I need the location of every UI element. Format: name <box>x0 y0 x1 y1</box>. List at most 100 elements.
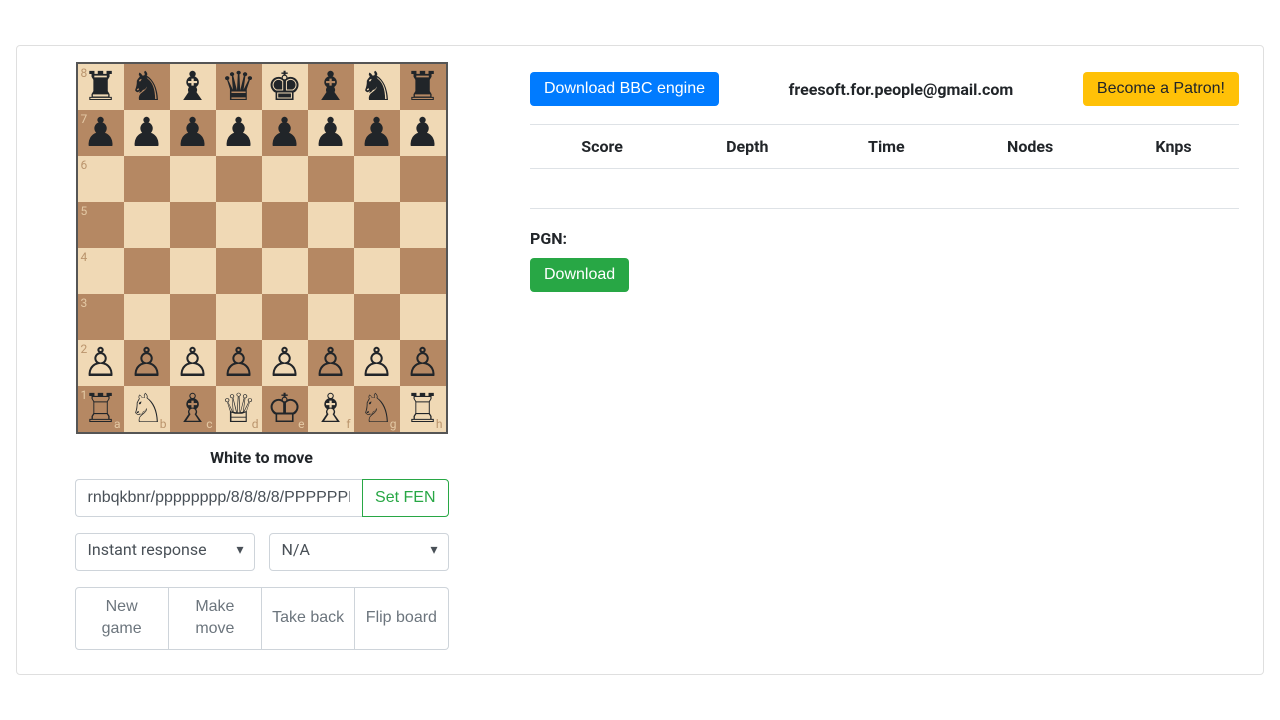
square-h6[interactable] <box>400 156 446 202</box>
square-g6[interactable] <box>354 156 400 202</box>
piece-P[interactable]: ♙ <box>359 343 395 383</box>
become-patron-button[interactable]: Become a Patron! <box>1083 72 1239 106</box>
piece-p[interactable]: ♟ <box>175 113 211 153</box>
piece-n[interactable]: ♞ <box>359 67 395 107</box>
square-e2[interactable]: ♙ <box>262 340 308 386</box>
piece-B[interactable]: ♗ <box>313 389 349 429</box>
piece-K[interactable]: ♔ <box>267 389 303 429</box>
piece-p[interactable]: ♟ <box>405 113 441 153</box>
piece-b[interactable]: ♝ <box>313 67 349 107</box>
download-engine-button[interactable]: Download BBC engine <box>530 72 719 106</box>
square-a1[interactable]: ♖1a <box>78 386 124 432</box>
take-back-button[interactable]: Take back <box>262 587 355 650</box>
piece-p[interactable]: ♟ <box>221 113 257 153</box>
new-game-button[interactable]: New game <box>75 587 169 650</box>
square-c2[interactable]: ♙ <box>170 340 216 386</box>
square-b1[interactable]: ♘b <box>124 386 170 432</box>
piece-P[interactable]: ♙ <box>267 343 303 383</box>
piece-p[interactable]: ♟ <box>267 113 303 153</box>
square-c3[interactable] <box>170 294 216 340</box>
square-e8[interactable]: ♚ <box>262 64 308 110</box>
square-b7[interactable]: ♟ <box>124 110 170 156</box>
square-f8[interactable]: ♝ <box>308 64 354 110</box>
piece-P[interactable]: ♙ <box>313 343 349 383</box>
chess-board[interactable]: ♜8♞♝♛♚♝♞♜♟7♟♟♟♟♟♟♟6543♙2♙♙♙♙♙♙♙♖1a♘b♗c♕d… <box>76 62 448 434</box>
depth-select[interactable]: N/A <box>269 533 449 571</box>
piece-b[interactable]: ♝ <box>175 67 211 107</box>
square-h3[interactable] <box>400 294 446 340</box>
square-d3[interactable] <box>216 294 262 340</box>
square-f3[interactable] <box>308 294 354 340</box>
flip-board-button[interactable]: Flip board <box>355 587 448 650</box>
square-a7[interactable]: ♟7 <box>78 110 124 156</box>
square-b8[interactable]: ♞ <box>124 64 170 110</box>
piece-q[interactable]: ♛ <box>221 67 257 107</box>
square-h2[interactable]: ♙ <box>400 340 446 386</box>
square-e5[interactable] <box>262 202 308 248</box>
square-g1[interactable]: ♘g <box>354 386 400 432</box>
square-h8[interactable]: ♜ <box>400 64 446 110</box>
square-a4[interactable]: 4 <box>78 248 124 294</box>
square-g3[interactable] <box>354 294 400 340</box>
square-b6[interactable] <box>124 156 170 202</box>
square-d1[interactable]: ♕d <box>216 386 262 432</box>
square-c1[interactable]: ♗c <box>170 386 216 432</box>
piece-P[interactable]: ♙ <box>405 343 441 383</box>
piece-k[interactable]: ♚ <box>267 67 303 107</box>
square-a3[interactable]: 3 <box>78 294 124 340</box>
square-b3[interactable] <box>124 294 170 340</box>
square-f6[interactable] <box>308 156 354 202</box>
piece-n[interactable]: ♞ <box>129 67 165 107</box>
make-move-button[interactable]: Make move <box>169 587 262 650</box>
square-a6[interactable]: 6 <box>78 156 124 202</box>
square-f4[interactable] <box>308 248 354 294</box>
piece-p[interactable]: ♟ <box>129 113 165 153</box>
square-h5[interactable] <box>400 202 446 248</box>
square-g2[interactable]: ♙ <box>354 340 400 386</box>
square-d4[interactable] <box>216 248 262 294</box>
square-e1[interactable]: ♔e <box>262 386 308 432</box>
square-f1[interactable]: ♗f <box>308 386 354 432</box>
set-fen-button[interactable]: Set FEN <box>362 479 448 517</box>
square-d8[interactable]: ♛ <box>216 64 262 110</box>
piece-P[interactable]: ♙ <box>175 343 211 383</box>
square-b4[interactable] <box>124 248 170 294</box>
fen-input[interactable] <box>75 479 363 517</box>
square-g7[interactable]: ♟ <box>354 110 400 156</box>
piece-r[interactable]: ♜ <box>405 67 441 107</box>
piece-P[interactable]: ♙ <box>83 343 119 383</box>
piece-P[interactable]: ♙ <box>129 343 165 383</box>
square-e7[interactable]: ♟ <box>262 110 308 156</box>
piece-P[interactable]: ♙ <box>221 343 257 383</box>
square-d5[interactable] <box>216 202 262 248</box>
piece-B[interactable]: ♗ <box>175 389 211 429</box>
square-b2[interactable]: ♙ <box>124 340 170 386</box>
time-mode-select[interactable]: Instant response <box>75 533 255 571</box>
square-g5[interactable] <box>354 202 400 248</box>
square-e4[interactable] <box>262 248 308 294</box>
square-f5[interactable] <box>308 202 354 248</box>
square-b5[interactable] <box>124 202 170 248</box>
square-c6[interactable] <box>170 156 216 202</box>
piece-p[interactable]: ♟ <box>83 113 119 153</box>
square-h1[interactable]: ♖h <box>400 386 446 432</box>
square-f2[interactable]: ♙ <box>308 340 354 386</box>
piece-p[interactable]: ♟ <box>359 113 395 153</box>
square-h7[interactable]: ♟ <box>400 110 446 156</box>
square-e6[interactable] <box>262 156 308 202</box>
piece-r[interactable]: ♜ <box>83 67 119 107</box>
square-h4[interactable] <box>400 248 446 294</box>
square-g4[interactable] <box>354 248 400 294</box>
square-e3[interactable] <box>262 294 308 340</box>
square-f7[interactable]: ♟ <box>308 110 354 156</box>
square-d2[interactable]: ♙ <box>216 340 262 386</box>
square-a8[interactable]: ♜8 <box>78 64 124 110</box>
square-c7[interactable]: ♟ <box>170 110 216 156</box>
square-g8[interactable]: ♞ <box>354 64 400 110</box>
square-a5[interactable]: 5 <box>78 202 124 248</box>
square-c4[interactable] <box>170 248 216 294</box>
square-c8[interactable]: ♝ <box>170 64 216 110</box>
square-d7[interactable]: ♟ <box>216 110 262 156</box>
download-pgn-button[interactable]: Download <box>530 258 629 292</box>
square-c5[interactable] <box>170 202 216 248</box>
